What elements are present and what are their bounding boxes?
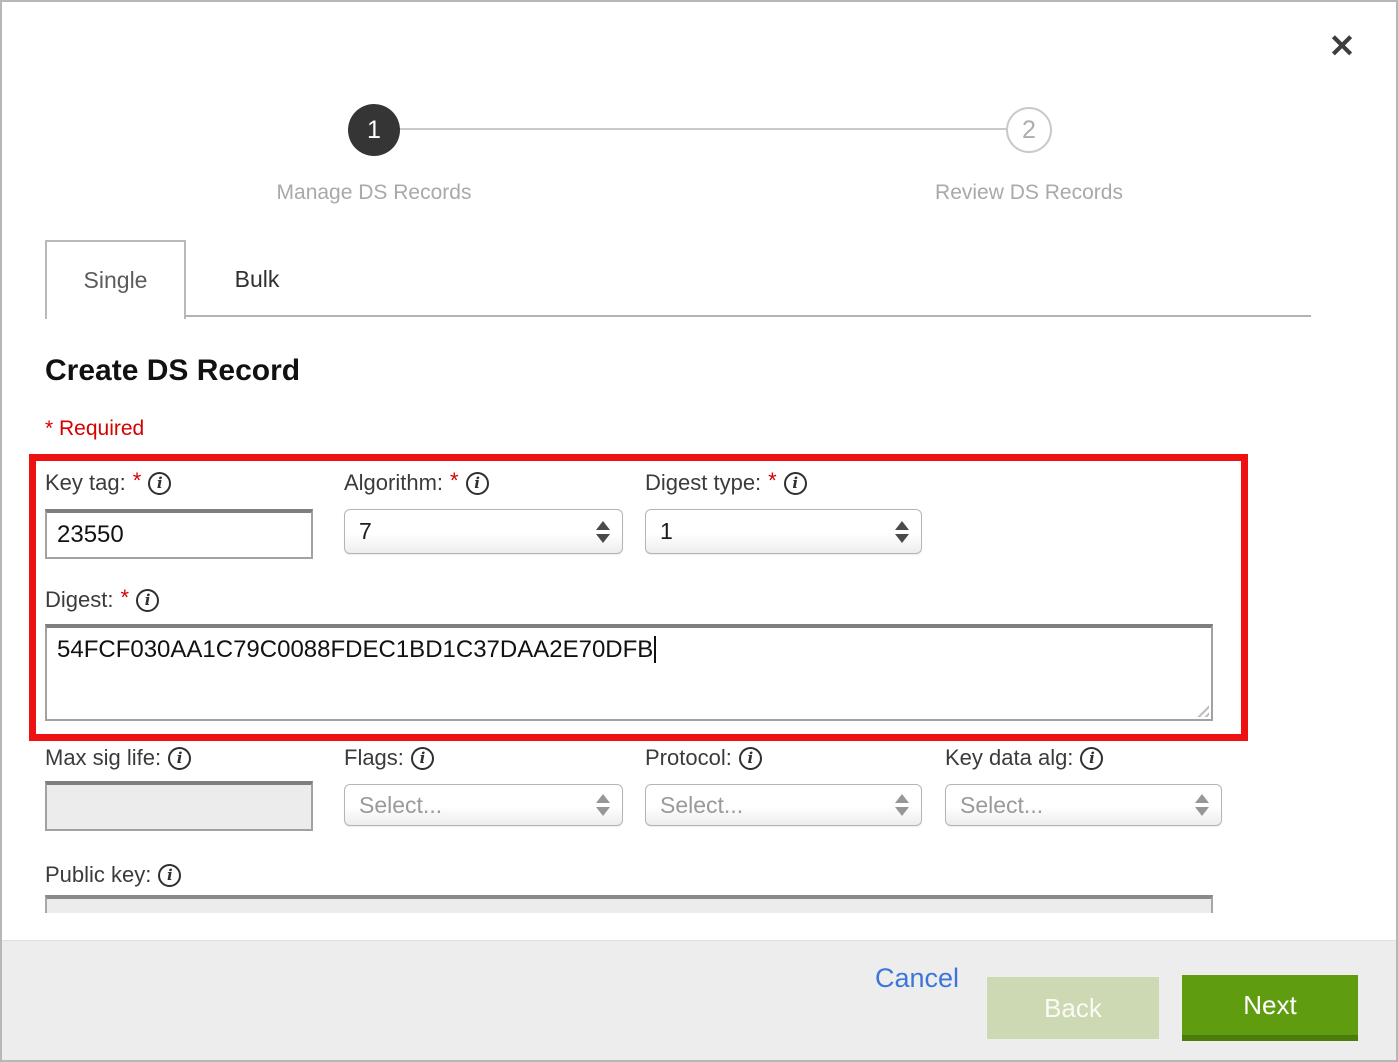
step-label-review-ds-records: Review DS Records: [869, 181, 1189, 205]
modal-footer: Cancel Back Next: [2, 940, 1396, 1062]
required-asterisk: *: [768, 468, 777, 494]
digest-type-label-row: Digest type: * i: [645, 470, 807, 496]
info-icon[interactable]: i: [168, 747, 191, 770]
tab-single[interactable]: Single: [45, 240, 186, 319]
protocol-select-value: Select...: [660, 792, 743, 819]
step-number: 2: [1022, 116, 1036, 145]
step-indicator-1: 1: [348, 104, 400, 156]
info-icon[interactable]: i: [411, 747, 434, 770]
close-icon[interactable]: ✕: [1320, 26, 1364, 66]
step-label-manage-ds-records: Manage DS Records: [214, 181, 534, 205]
algorithm-label-row: Algorithm: * i: [344, 470, 489, 496]
stepper-connector-line: [399, 128, 1007, 130]
tab-divider-line: [185, 315, 1311, 317]
algorithm-label: Algorithm:: [344, 470, 443, 496]
required-note: * Required: [45, 417, 144, 441]
public-key-label-row: Public key: i: [45, 862, 181, 888]
key-data-alg-select-value: Select...: [960, 792, 1043, 819]
key-data-alg-select[interactable]: Select...: [945, 784, 1222, 826]
info-icon[interactable]: i: [1080, 747, 1103, 770]
spinner-arrows-icon: [1195, 794, 1209, 816]
key-data-alg-label: Key data alg:: [945, 745, 1073, 771]
flags-label-row: Flags: i: [344, 745, 434, 771]
tab-label: Bulk: [235, 266, 280, 293]
info-icon[interactable]: i: [136, 589, 159, 612]
algorithm-select-value: 7: [359, 518, 372, 545]
key-data-alg-label-row: Key data alg: i: [945, 745, 1103, 771]
flags-select[interactable]: Select...: [344, 784, 623, 826]
tab-label: Single: [84, 267, 148, 294]
max-sig-life-label: Max sig life:: [45, 745, 161, 771]
next-button[interactable]: Next: [1182, 975, 1358, 1041]
digest-type-select-value: 1: [660, 518, 673, 545]
info-icon[interactable]: i: [739, 747, 762, 770]
algorithm-select[interactable]: 7: [344, 509, 623, 554]
max-sig-life-label-row: Max sig life: i: [45, 745, 191, 771]
protocol-label: Protocol:: [645, 745, 732, 771]
key-tag-label: Key tag:: [45, 470, 126, 496]
public-key-textarea[interactable]: [45, 895, 1213, 913]
required-asterisk: *: [450, 468, 459, 494]
info-icon[interactable]: i: [158, 864, 181, 887]
page-title: Create DS Record: [45, 354, 300, 388]
digest-label-row: Digest: * i: [45, 587, 159, 613]
required-asterisk: *: [120, 585, 129, 611]
tab-bulk[interactable]: Bulk: [194, 242, 320, 317]
key-tag-input[interactable]: [45, 509, 313, 559]
key-tag-label-row: Key tag: * i: [45, 470, 171, 496]
text-caret: [654, 636, 656, 663]
flags-select-value: Select...: [359, 792, 442, 819]
info-icon[interactable]: i: [466, 472, 489, 495]
flags-label: Flags:: [344, 745, 404, 771]
step-indicator-2: 2: [1006, 107, 1052, 153]
create-ds-record-modal: ✕ 1 2 Manage DS Records Review DS Record…: [0, 0, 1398, 1062]
protocol-label-row: Protocol: i: [645, 745, 762, 771]
digest-textarea[interactable]: 54FCF030AA1C79C0088FDEC1BD1C37DAA2E70DFB: [45, 624, 1213, 721]
public-key-label: Public key:: [45, 862, 151, 888]
info-icon[interactable]: i: [784, 472, 807, 495]
protocol-select[interactable]: Select...: [645, 784, 922, 826]
cancel-button[interactable]: Cancel: [875, 963, 959, 994]
digest-type-label: Digest type:: [645, 470, 761, 496]
info-icon[interactable]: i: [148, 472, 171, 495]
digest-label: Digest:: [45, 587, 113, 613]
spinner-arrows-icon: [895, 794, 909, 816]
spinner-arrows-icon: [895, 521, 909, 543]
digest-type-select[interactable]: 1: [645, 509, 922, 554]
required-asterisk: *: [133, 468, 142, 494]
digest-value: 54FCF030AA1C79C0088FDEC1BD1C37DAA2E70DFB: [57, 636, 653, 663]
resize-handle[interactable]: [1194, 702, 1209, 717]
back-button[interactable]: Back: [987, 977, 1159, 1039]
max-sig-life-input[interactable]: [45, 781, 313, 831]
spinner-arrows-icon: [596, 521, 610, 543]
spinner-arrows-icon: [596, 794, 610, 816]
step-number: 1: [367, 116, 381, 145]
